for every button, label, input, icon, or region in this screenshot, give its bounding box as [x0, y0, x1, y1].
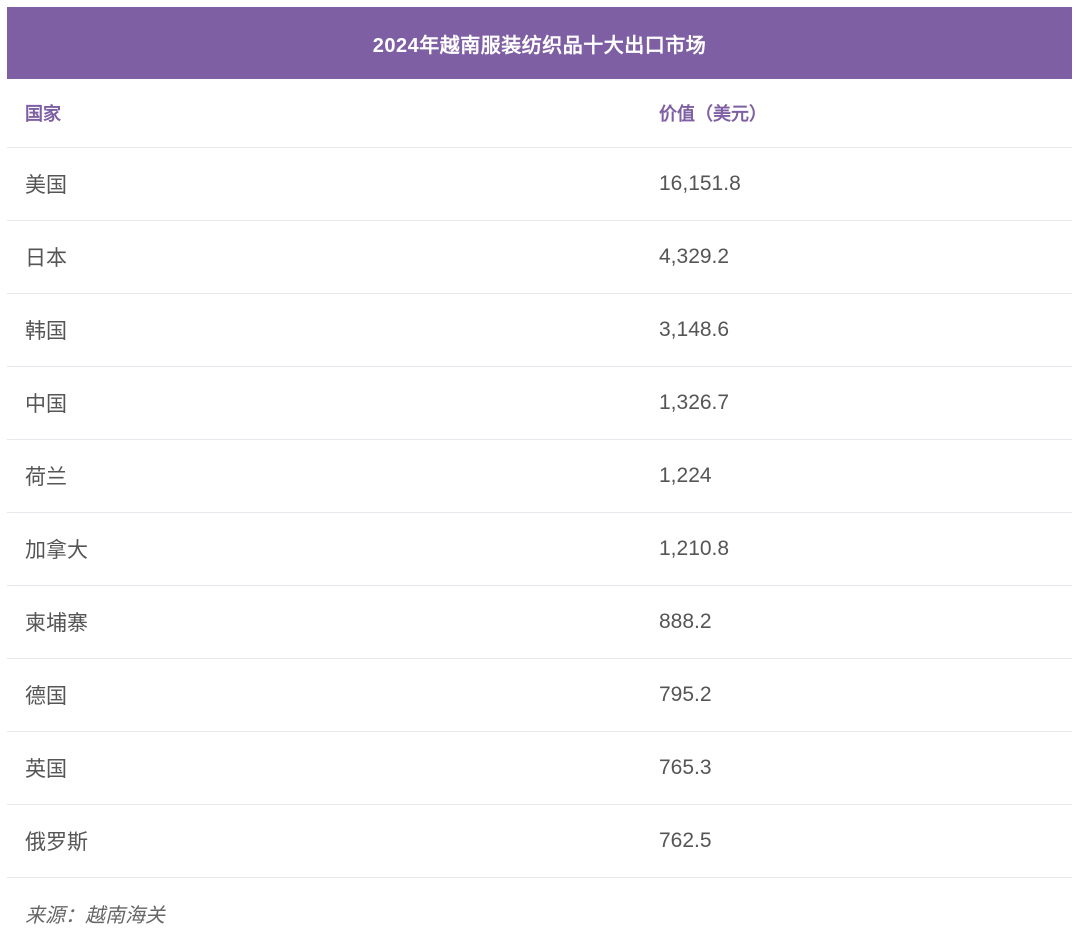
cell-country: 英国	[25, 758, 67, 781]
table-row: 美国 16,151.8	[7, 148, 1072, 221]
cell-country: 美国	[25, 174, 67, 197]
cell-country: 韩国	[25, 320, 67, 343]
cell-value: 762.5	[659, 829, 712, 852]
table-title: 2024年越南服装纺织品十大出口市场	[7, 7, 1072, 79]
cell-value: 4,329.2	[659, 245, 730, 268]
cell-country: 中国	[25, 393, 67, 416]
cell-country: 加拿大	[25, 539, 88, 562]
cell-value: 1,210.8	[659, 537, 730, 560]
table-row: 荷兰 1,224	[7, 440, 1072, 513]
table-row: 柬埔寨 888.2	[7, 586, 1072, 659]
cell-value: 888.2	[659, 610, 712, 633]
table-row: 韩国 3,148.6	[7, 294, 1072, 367]
table-row: 中国 1,326.7	[7, 367, 1072, 440]
cell-value: 16,151.8	[659, 172, 741, 195]
cell-country: 俄罗斯	[25, 831, 88, 854]
table-row: 德国 795.2	[7, 659, 1072, 732]
source-note: 来源：越南海关	[25, 905, 165, 927]
data-table: 2024年越南服装纺织品十大出口市场 国家 价值（美元） 美国 16,151.8…	[7, 7, 1072, 878]
cell-country: 德国	[25, 685, 67, 708]
table-row: 俄罗斯 762.5	[7, 805, 1072, 878]
table-header-row: 国家 价值（美元）	[7, 79, 1072, 148]
cell-country: 日本	[25, 247, 67, 270]
cell-value: 765.3	[659, 756, 712, 779]
cell-value: 1,224	[659, 464, 712, 487]
cell-value: 3,148.6	[659, 318, 730, 341]
column-header-country: 国家	[25, 104, 61, 124]
table-row: 英国 765.3	[7, 732, 1072, 805]
column-header-value: 价值（美元）	[659, 104, 767, 124]
cell-value: 1,326.7	[659, 391, 730, 414]
cell-value: 795.2	[659, 683, 712, 706]
cell-country: 荷兰	[25, 466, 67, 489]
table-row: 日本 4,329.2	[7, 221, 1072, 294]
table-row: 加拿大 1,210.8	[7, 513, 1072, 586]
cell-country: 柬埔寨	[25, 612, 88, 635]
